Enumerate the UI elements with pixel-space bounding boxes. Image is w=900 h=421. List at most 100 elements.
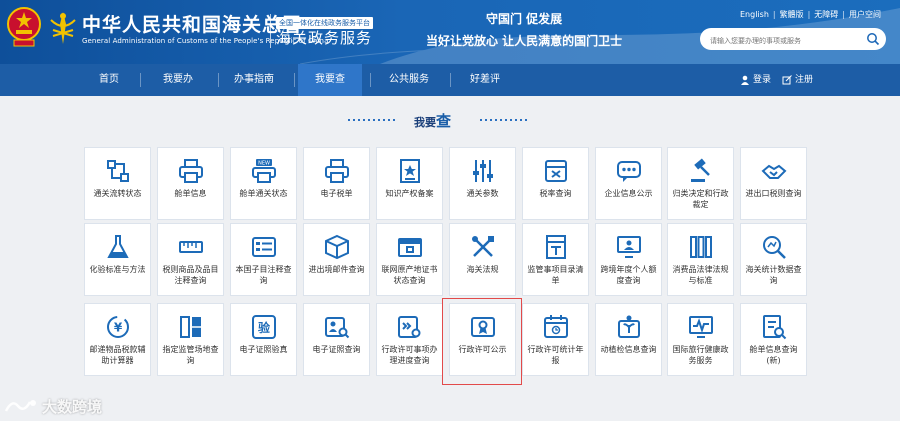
plant-inspect-icon [618, 315, 640, 338]
tile-label: 舱单信息 [174, 189, 207, 198]
query-tile[interactable]: 归类决定和行政裁定 [667, 147, 734, 220]
section-title-emph: 查 [436, 112, 452, 130]
login-link[interactable]: 登录 [740, 64, 771, 96]
nav-review[interactable]: 好差评 [458, 64, 512, 96]
query-tile[interactable]: 行政许可公示 [449, 303, 516, 376]
query-tile[interactable]: 通关参数 [449, 147, 516, 220]
query-tile[interactable]: 舱单信息 [157, 147, 224, 220]
query-tile[interactable]: 消费品法律法规与标准 [667, 223, 734, 296]
nav-guide[interactable]: 办事指南 [224, 64, 284, 96]
query-tile[interactable]: 国际旅行健康政务服务 [667, 303, 734, 376]
customs-logo-icon [50, 12, 76, 44]
query-tile[interactable]: 进出口税则查询 [740, 147, 807, 220]
link-separator: | [772, 10, 776, 19]
yen-cycle-icon: ¥ [107, 316, 129, 338]
link-english[interactable]: English [740, 10, 769, 19]
section-title-prefix: 我要 [414, 116, 436, 129]
query-tile[interactable]: 验电子证照验真 [230, 303, 297, 376]
tax-doc-icon [545, 160, 567, 182]
tile-label: 通关流转状态 [93, 189, 142, 198]
query-tile[interactable]: 化验标准与方法 [84, 223, 151, 296]
query-tile[interactable]: 海关法规 [449, 223, 516, 296]
ruler-icon [179, 241, 203, 253]
query-tile[interactable]: 企业信息公示 [595, 147, 662, 220]
tile-label: 税率查询 [539, 189, 572, 198]
query-tile[interactable]: NEW 舱单通关状态 [230, 147, 297, 220]
progress-search-icon [398, 316, 421, 338]
header-divider [270, 14, 271, 48]
link-accessibility[interactable]: 无障碍 [814, 10, 838, 19]
query-tile[interactable]: 电子税单 [303, 147, 370, 220]
user-icon [741, 75, 749, 85]
tile-label: 行政许可统计年报 [527, 345, 584, 365]
tile-label: 行政许可事项办理进度查询 [381, 345, 438, 365]
link-separator: | [807, 10, 811, 19]
query-tile[interactable]: 税则商品及品目注释查询 [157, 223, 224, 296]
nav-query[interactable]: 我要查 [298, 64, 362, 96]
search-icon[interactable] [866, 32, 880, 46]
new-badge-printer-icon: NEW [252, 159, 276, 183]
query-tile[interactable]: 舱单信息查询(新) [740, 303, 807, 376]
query-tile[interactable]: 跨境年度个人额度查询 [595, 223, 662, 296]
tile-label: 舱单信息查询(新) [749, 345, 798, 365]
query-tile[interactable]: 海关统计数据查询 [740, 223, 807, 296]
query-tile[interactable]: 电子证照查询 [303, 303, 370, 376]
chat-dots-icon [617, 161, 641, 182]
heading-dots-left [348, 119, 398, 121]
tile-label: 动植检信息查询 [600, 345, 657, 354]
package-icon [325, 234, 349, 260]
nav-divider [450, 73, 451, 87]
nav-divider [140, 73, 141, 87]
tile-label: 归类决定和行政裁定 [672, 189, 729, 209]
box-doc-icon [398, 238, 422, 257]
tile-label: 企业信息公示 [604, 189, 653, 198]
screen-person-icon [617, 236, 641, 258]
nav-home[interactable]: 首页 [86, 64, 132, 96]
query-tile[interactable]: 指定监管场地查询 [157, 303, 224, 376]
doc-search-icon [763, 315, 787, 340]
svg-text:验: 验 [258, 320, 271, 335]
query-tile[interactable]: 通关流转状态 [84, 147, 151, 220]
nav-apply[interactable]: 我要办 [152, 64, 204, 96]
gavel-icon [691, 158, 710, 182]
link-user-space[interactable]: 用户空间 [849, 10, 881, 19]
printer-icon [325, 159, 349, 183]
tile-label: 指定监管场地查询 [162, 345, 219, 365]
watermark-logo-icon [4, 400, 36, 412]
tile-label: 电子税单 [320, 189, 353, 198]
nav-public-service[interactable]: 公共服务 [378, 64, 440, 96]
heading-dots-right [480, 119, 530, 121]
link-traditional[interactable]: 繁體版 [780, 10, 804, 19]
query-tile[interactable]: 行政许可统计年报 [522, 303, 589, 376]
section-heading: 我要查 [0, 104, 900, 134]
site-header: 中华人民共和国海关总署 General Administration of Cu… [0, 0, 900, 64]
tile-label: 舱单通关状态 [239, 189, 288, 198]
query-tile[interactable]: 知识产权备案 [376, 147, 443, 220]
top-links: English | 繁體版 | 无障碍 | 用户空间 [740, 9, 881, 20]
tile-label: 跨境年度个人额度查询 [600, 265, 657, 285]
query-tile[interactable]: ¥ 邮递物品税款辅助计算器 [84, 303, 151, 376]
query-tile[interactable]: 税率查询 [522, 147, 589, 220]
query-tile[interactable]: 监管事项目录清单 [522, 223, 589, 296]
query-tile[interactable]: 联网原产地证书状态查询 [376, 223, 443, 296]
tile-label: 国际旅行健康政务服务 [672, 345, 729, 365]
register-link[interactable]: 注册 [782, 64, 813, 96]
magnify-chart-icon [763, 236, 786, 259]
query-tile[interactable]: 动植检信息查询 [595, 303, 662, 376]
license-icon [471, 317, 495, 337]
tools-icon [472, 236, 494, 257]
national-emblem-icon [7, 7, 41, 47]
link-separator: | [842, 10, 845, 19]
tile-label: 消费品法律法规与标准 [672, 265, 729, 285]
tile-label: 知识产权备案 [385, 189, 434, 198]
query-tile[interactable]: 行政许可事项办理进度查询 [376, 303, 443, 376]
search-input[interactable] [700, 30, 860, 52]
search-box [700, 28, 886, 52]
query-tile[interactable]: 进出境邮件查询 [303, 223, 370, 296]
tile-label: 化验标准与方法 [89, 265, 146, 274]
edit-icon [782, 74, 792, 84]
watermark: 大数跨境 [4, 394, 102, 418]
nav-divider [294, 73, 295, 87]
query-tile[interactable]: 本国子目注释查询 [230, 223, 297, 296]
handshake-icon [761, 164, 787, 179]
